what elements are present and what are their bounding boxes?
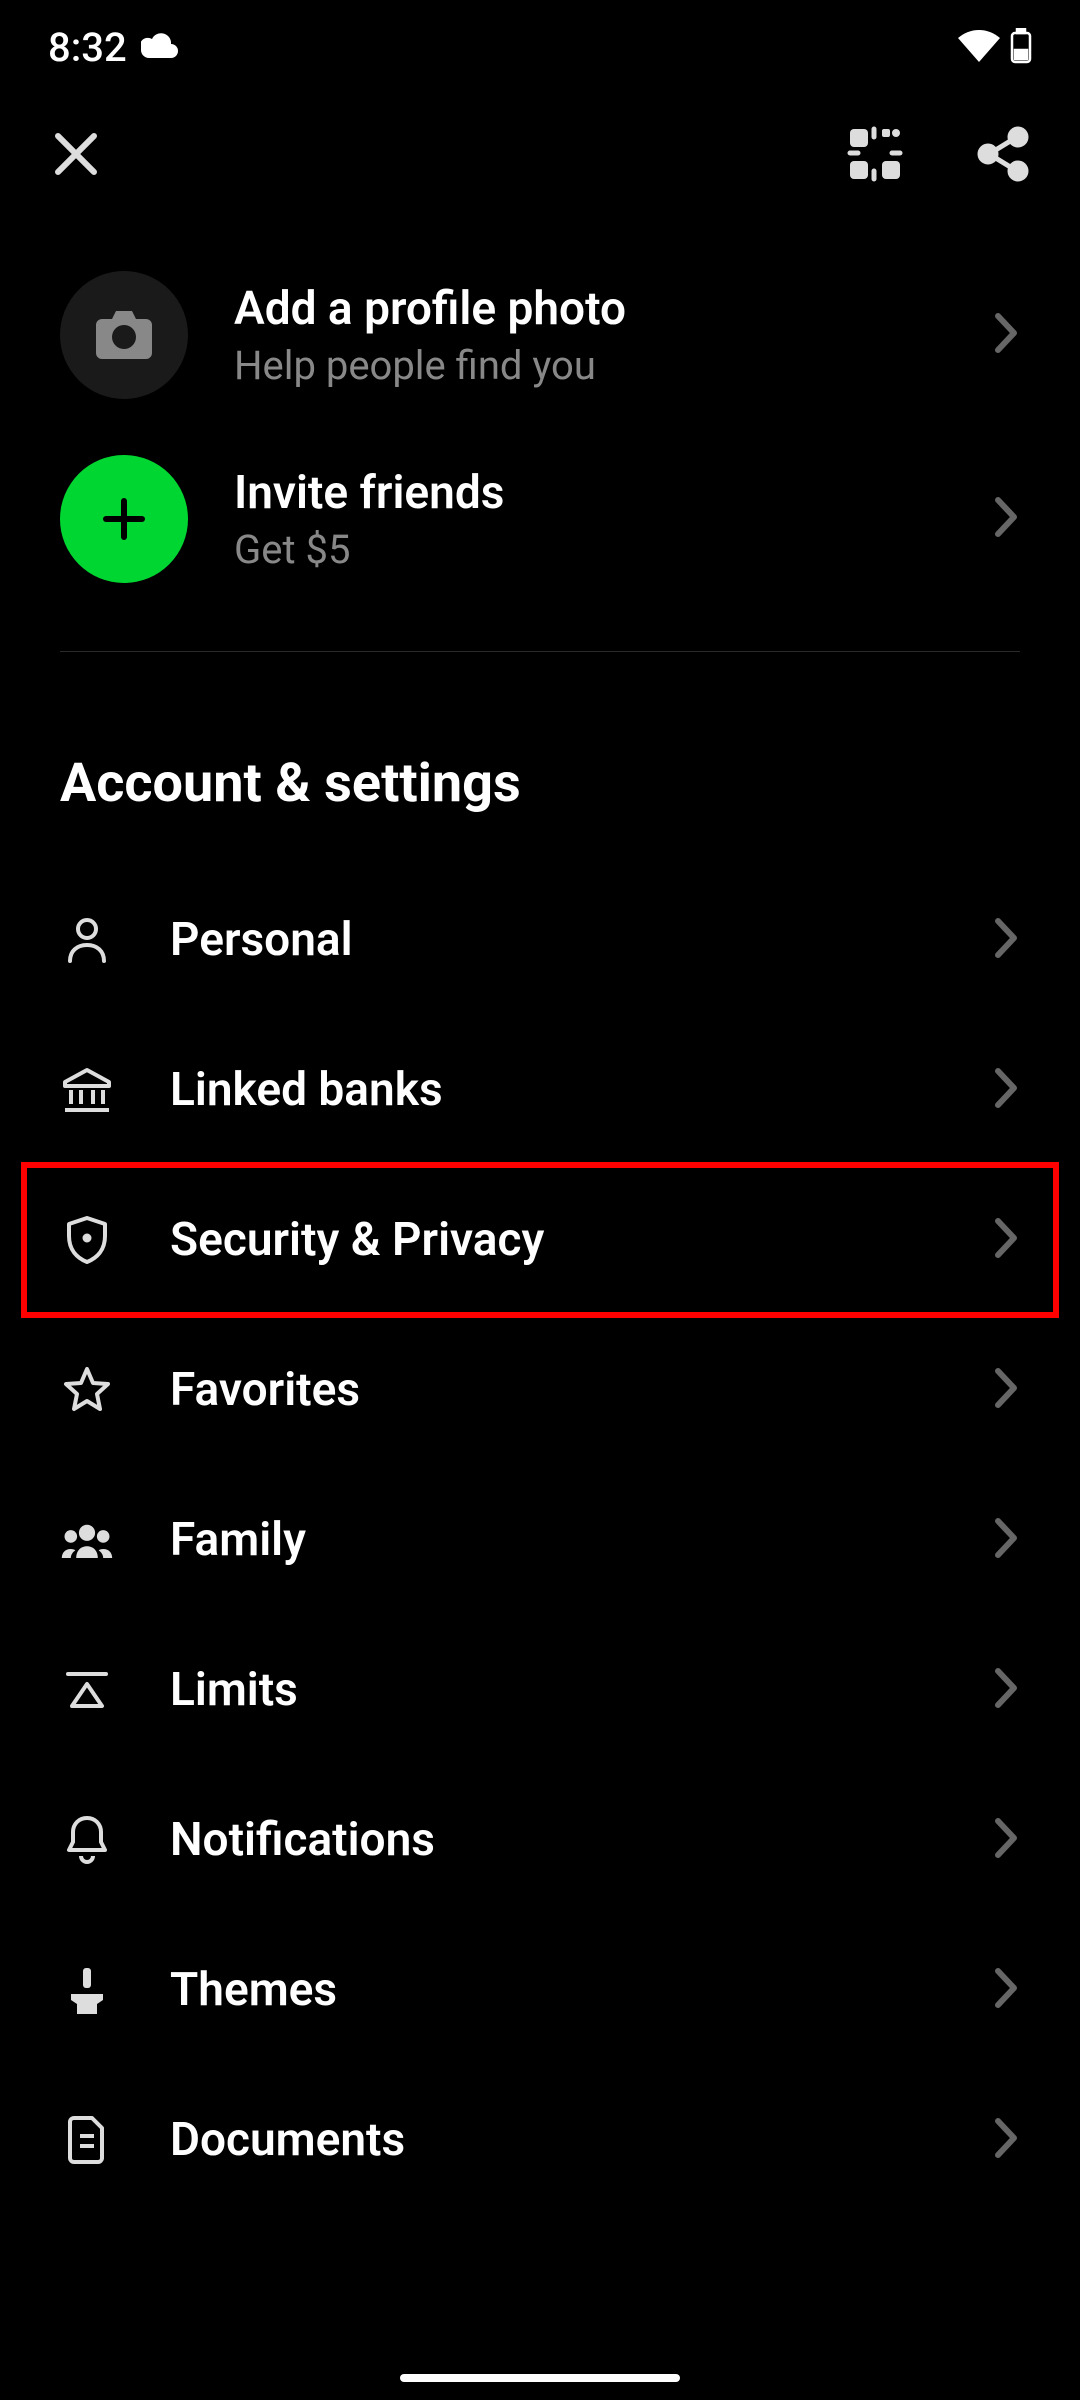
settings-item-personal[interactable]: Personal [60, 865, 1020, 1015]
invite-subtitle: Get $5 [234, 526, 946, 573]
invite-title: Invite friends [234, 466, 946, 520]
chevron-right-icon [992, 310, 1020, 360]
document-icon [60, 2113, 114, 2167]
plus-icon [96, 491, 152, 547]
settings-item-linked-banks[interactable]: Linked banks [60, 1015, 1020, 1165]
status-time: 8:32 [48, 24, 127, 71]
battery-icon [1010, 28, 1032, 68]
chevron-right-icon [992, 1515, 1020, 1565]
chevron-right-icon [992, 1365, 1020, 1415]
share-button[interactable] [974, 125, 1032, 183]
settings-label: Notifications [170, 1813, 936, 1867]
bell-icon [60, 1813, 114, 1867]
settings-label: Themes [170, 1963, 936, 2017]
group-icon [60, 1513, 114, 1567]
chevron-right-icon [992, 915, 1020, 965]
bank-icon [60, 1063, 114, 1117]
camera-icon [96, 311, 152, 359]
close-button[interactable] [48, 126, 104, 182]
settings-label: Favorites [170, 1363, 936, 1417]
wifi-icon [958, 30, 1000, 66]
status-bar: 8:32 [0, 0, 1080, 95]
add-profile-photo-item[interactable]: Add a profile photo Help people find you [60, 243, 1020, 427]
invite-friends-item[interactable]: Invite friends Get $5 [60, 427, 1020, 611]
header-bar [0, 95, 1080, 243]
settings-label: Security & Privacy [170, 1213, 936, 1267]
camera-icon-circle [60, 271, 188, 399]
settings-list: Personal Linked banks Security & Privacy… [0, 865, 1080, 2215]
settings-label: Limits [170, 1663, 936, 1717]
chevron-right-icon [992, 494, 1020, 544]
home-indicator[interactable] [400, 2374, 680, 2382]
settings-label: Documents [170, 2113, 936, 2167]
settings-item-themes[interactable]: Themes [60, 1915, 1020, 2065]
settings-label: Family [170, 1513, 936, 1567]
settings-item-limits[interactable]: Limits [60, 1615, 1020, 1765]
add-photo-subtitle: Help people find you [234, 342, 946, 389]
section-header-account: Account & settings [0, 652, 1080, 865]
chevron-right-icon [992, 1215, 1020, 1265]
plus-icon-circle [60, 455, 188, 583]
settings-item-notifications[interactable]: Notifications [60, 1765, 1020, 1915]
star-icon [60, 1363, 114, 1417]
shield-icon [60, 1213, 114, 1267]
limits-icon [60, 1663, 114, 1717]
chevron-right-icon [992, 2115, 1020, 2165]
person-icon [60, 913, 114, 967]
top-actions-list: Add a profile photo Help people find you… [0, 243, 1080, 611]
chevron-right-icon [992, 1665, 1020, 1715]
settings-item-documents[interactable]: Documents [60, 2065, 1020, 2215]
chevron-right-icon [992, 1965, 1020, 2015]
qr-code-button[interactable] [846, 125, 904, 183]
cloud-icon [141, 32, 181, 64]
settings-label: Linked banks [170, 1063, 936, 1117]
settings-item-security-privacy[interactable]: Security & Privacy [24, 1165, 1056, 1315]
chevron-right-icon [992, 1065, 1020, 1115]
settings-item-family[interactable]: Family [60, 1465, 1020, 1615]
paint-icon [60, 1963, 114, 2017]
chevron-right-icon [992, 1815, 1020, 1865]
settings-item-favorites[interactable]: Favorites [60, 1315, 1020, 1465]
settings-label: Personal [170, 913, 936, 967]
add-photo-title: Add a profile photo [234, 282, 946, 336]
